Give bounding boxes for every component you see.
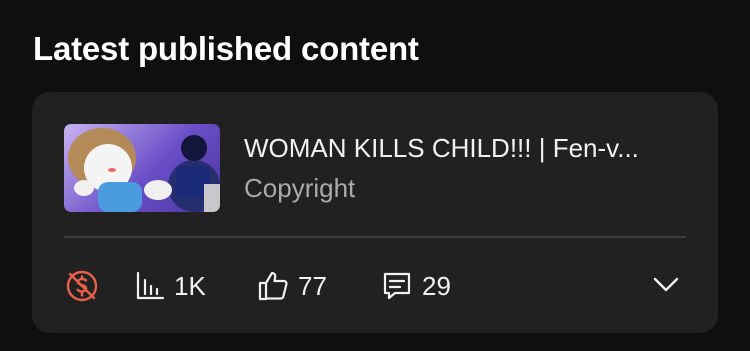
divider [64,236,686,238]
video-status: Copyright [244,173,356,203]
views-count: 1K [174,271,206,301]
views-stat[interactable]: 1K [134,266,206,306]
likes-count: 77 [298,271,327,301]
monetization-status[interactable] [64,266,100,306]
comment-icon [380,269,414,303]
page: Latest published content WOMAN KILLS CHI… [0,0,750,351]
chevron-down-icon [651,269,681,304]
latest-content-card[interactable]: WOMAN KILLS CHILD!!! | Fen-v... Copyrigh… [32,92,718,333]
video-thumbnail[interactable] [64,124,220,212]
thumbs-up-icon [256,269,290,303]
video-stats-row: 1K 77 29 [64,266,686,306]
expand-button[interactable] [646,266,686,306]
section-title: Latest published content [33,30,419,67]
video-title[interactable]: WOMAN KILLS CHILD!!! | Fen-v... [244,132,684,164]
comments-stat[interactable]: 29 [380,266,451,306]
monetization-off-icon [64,268,100,304]
likes-stat[interactable]: 77 [256,266,327,306]
bar-chart-icon [134,270,166,302]
comments-count: 29 [422,271,451,301]
